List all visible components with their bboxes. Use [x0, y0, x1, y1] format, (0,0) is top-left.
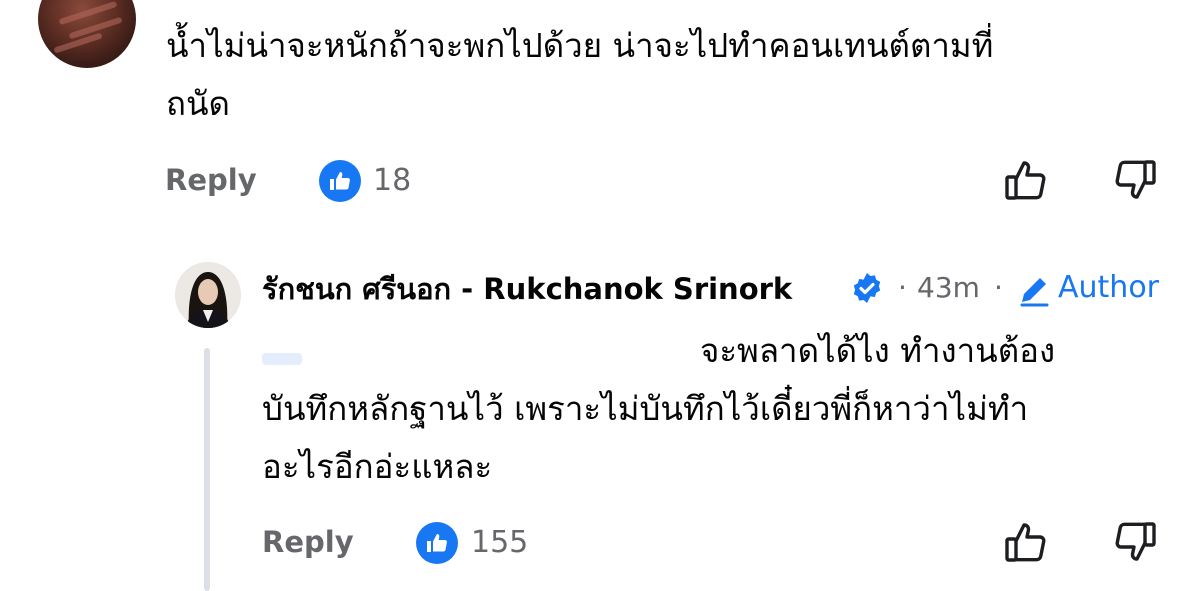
thumbs-up-icon[interactable] — [1003, 519, 1049, 565]
comment-text-line: จะพลาดได้ไง ทำงานต้อง — [700, 331, 1056, 370]
commenter-avatar[interactable] — [38, 0, 136, 68]
like-badge-icon[interactable] — [319, 160, 361, 202]
author-label: Author — [1058, 270, 1160, 305]
like-count: 155 — [471, 525, 529, 560]
meta-separator: · — [994, 271, 1003, 304]
thread-line — [204, 348, 210, 591]
like-count: 18 — [373, 163, 412, 198]
reply-button[interactable]: Reply — [262, 525, 354, 559]
comment-text-line: บันทึกหลักฐานไว้ เพราะไม่บันทึกไว้เดี๋ยว… — [262, 389, 1029, 428]
reply-button[interactable]: Reply — [165, 163, 257, 197]
thumbs-up-glyph — [330, 172, 350, 190]
redacted-mention — [262, 334, 700, 371]
verified-badge-icon — [850, 271, 884, 305]
thumbs-down-icon[interactable] — [1112, 157, 1158, 203]
author-name[interactable]: รักชนก ศรีนอก - Rukchanok Srinork — [262, 266, 792, 312]
thumbs-up-icon[interactable] — [1003, 157, 1049, 203]
meta-separator: · — [898, 271, 907, 304]
thumbs-up-glyph — [427, 534, 447, 552]
comment-time[interactable]: 43m — [917, 271, 980, 304]
comment-text-line: ถนัด — [166, 84, 230, 123]
comment-body: น้ำไม่น่าจะหนักถ้าจะพกไปด้วย น่าจะไปทำคอ… — [166, 17, 1166, 133]
reply-body: จะพลาดได้ไง ทำงานต้อง บันทึกหลักฐานไว้ เ… — [262, 322, 1182, 496]
thumbs-down-icon[interactable] — [1112, 519, 1158, 565]
comment-text-line: น้ำไม่น่าจะหนักถ้าจะพกไปด้วย น่าจะไปทำคอ… — [166, 26, 994, 65]
comment-text-line: อะไรอีกอ่ะแหละ — [262, 447, 493, 486]
author-avatar[interactable] — [175, 262, 241, 328]
reply-text-first-line: จะพลาดได้ไง ทำงานต้อง — [262, 322, 1182, 380]
pencil-icon — [1016, 272, 1052, 308]
like-badge-icon[interactable] — [416, 522, 458, 564]
